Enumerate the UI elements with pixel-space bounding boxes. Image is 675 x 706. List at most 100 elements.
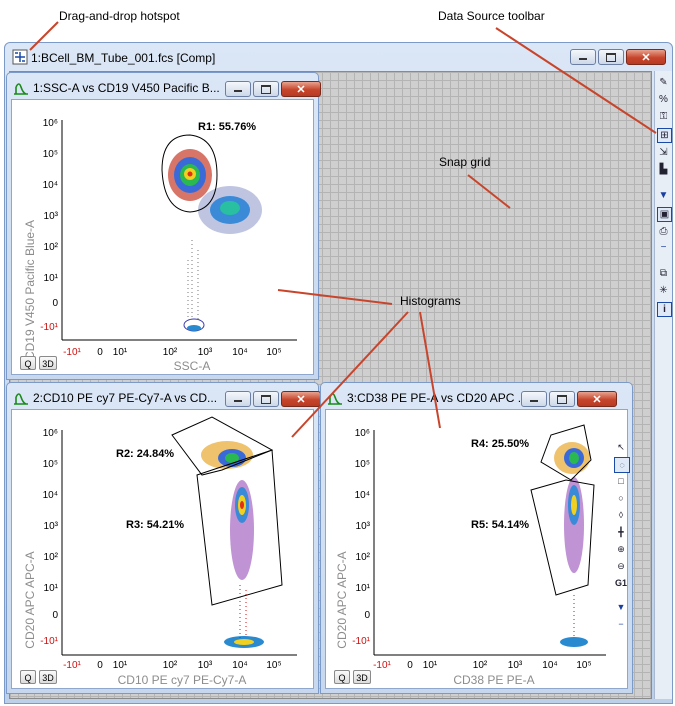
histogram-icon	[14, 393, 28, 405]
plot-window-2[interactable]: 2:CD10 PE cy7 PE-Cy7-A vs CD... ✕ CD20 A…	[6, 382, 321, 694]
plot-canvas[interactable]: CD20 APC APC-A CD10 PE cy7 PE-Cy7-A 10⁶ …	[12, 410, 315, 690]
maximize-button[interactable]	[598, 49, 624, 65]
info-icon[interactable]: i	[657, 302, 672, 317]
histogram-icon	[14, 83, 28, 95]
y-tick: -10¹	[40, 636, 58, 647]
main-window-controls: ✕	[570, 49, 666, 65]
close-icon: ✕	[641, 51, 651, 64]
pencil-icon[interactable]: ✎	[657, 76, 670, 89]
y-tick: 10⁶	[43, 118, 58, 129]
minus-icon[interactable]: −	[657, 241, 670, 254]
arrow-down-icon[interactable]: ▼	[657, 189, 670, 202]
y-tick: 10⁶	[355, 428, 370, 439]
maximize-button[interactable]	[549, 391, 575, 407]
export-icon[interactable]: ⇲	[657, 146, 670, 159]
drag-hotspot-icon[interactable]	[12, 49, 28, 65]
x-tick: 10²	[163, 347, 178, 358]
main-titlebar[interactable]: 1:BCell_BM_Tube_001.fcs [Comp] ✕	[5, 43, 672, 71]
percent-icon[interactable]: %	[657, 93, 670, 106]
copy-icon[interactable]: ⧉	[657, 267, 670, 280]
zoom-out-icon[interactable]: ⊖	[614, 559, 628, 573]
region-label-r3: R3: 54.21%	[126, 519, 184, 531]
plot-window-controls: ✕	[225, 81, 321, 97]
plot-window-1[interactable]: 1:SSC-A vs CD19 V450 Pacific B... ✕ CD19…	[6, 72, 321, 380]
chart-icon[interactable]: ▙	[657, 163, 670, 176]
y-tick: 10²	[356, 552, 371, 563]
x-tick: -10¹	[63, 660, 81, 671]
zoom-in-icon[interactable]: ⊕	[614, 542, 628, 556]
x-tick: 10³	[198, 347, 213, 358]
quadrant-stats-button[interactable]: Q	[20, 356, 36, 370]
minimize-button[interactable]	[521, 391, 547, 407]
y-tick: -10¹	[352, 636, 370, 647]
gate-r5[interactable]	[530, 479, 595, 596]
y-axis-label: CD20 APC APC-A	[23, 551, 37, 648]
maximize-button[interactable]	[253, 391, 279, 407]
3d-view-button[interactable]: 3D	[39, 356, 57, 370]
x-tick: 0	[97, 660, 103, 671]
plot-window-controls: ✕	[521, 391, 617, 407]
y-tick: 10²	[44, 552, 59, 563]
plot-canvas[interactable]: CD19 V450 Pacific Blue-A SSC-A 10⁶ 10⁵ 1…	[12, 100, 315, 376]
plot-body[interactable]: CD19 V450 Pacific Blue-A SSC-A 10⁶ 10⁵ 1…	[11, 99, 314, 375]
quadrant-stats-button[interactable]: Q	[334, 670, 350, 684]
x-ticks: -10¹ 0 10¹ 10² 10³ 10⁴ 10⁵	[63, 660, 282, 671]
pointer-icon[interactable]: ↖	[614, 440, 628, 454]
quadrant-icon[interactable]: ╋	[614, 525, 628, 539]
quadrant-stats-button[interactable]: Q	[20, 670, 36, 684]
annotation-snap-grid: Snap grid	[439, 155, 491, 169]
3d-view-button[interactable]: 3D	[353, 670, 371, 684]
print-icon[interactable]: ⎙	[657, 225, 670, 238]
ellipse-icon[interactable]: ○	[614, 491, 628, 505]
y-tick: 10¹	[44, 583, 59, 594]
y-tick: 0	[52, 610, 58, 621]
maximize-icon	[254, 392, 278, 406]
lasso-icon[interactable]: ◌	[614, 457, 630, 473]
y-tick: 10⁴	[355, 490, 370, 501]
y-tick: -10¹	[40, 322, 58, 333]
minimize-button[interactable]	[225, 81, 251, 97]
x-tick: 10¹	[113, 660, 128, 671]
plot-window-3[interactable]: 3:CD38 PE PE-A vs CD20 APC ... ✕ CD20 AP…	[320, 382, 633, 694]
y-tick: 10⁶	[43, 428, 58, 439]
close-button[interactable]: ✕	[626, 49, 666, 65]
plot-body[interactable]: CD20 APC APC-A CD10 PE cy7 PE-Cy7-A 10⁶ …	[11, 409, 314, 689]
rectangle-icon[interactable]: □	[614, 474, 628, 488]
close-button[interactable]: ✕	[577, 391, 617, 407]
key-icon[interactable]: ⚿	[657, 110, 670, 123]
x-tick: 10²	[163, 660, 178, 671]
minimize-button[interactable]	[225, 391, 251, 407]
y-tick: 10⁵	[43, 149, 58, 160]
plot-body[interactable]: CD20 APC APC-A CD38 PE PE-A 10⁶ 10⁵ 10⁴ …	[325, 409, 630, 690]
minimize-button[interactable]	[570, 49, 596, 65]
annotation-toolbar: Data Source toolbar	[438, 9, 545, 23]
maximize-button[interactable]	[253, 81, 279, 97]
dropdown-icon[interactable]: ▼	[614, 600, 628, 614]
close-button[interactable]: ✕	[281, 391, 321, 407]
x-tick: -10¹	[63, 347, 81, 358]
y-tick: 0	[364, 610, 370, 621]
y-ticks: 10⁶ 10⁵ 10⁴ 10³ 10² 10¹ 0 -10¹	[352, 428, 370, 647]
maximize-icon	[254, 82, 278, 96]
polygon-icon[interactable]: ◊	[614, 508, 628, 522]
x-ticks: -10¹ 0 10¹ 10² 10³ 10⁴ 10⁵	[63, 347, 282, 358]
y-tick: 10⁴	[43, 490, 58, 501]
minus-icon[interactable]: −	[614, 617, 628, 631]
3d-view-button[interactable]: 3D	[39, 670, 57, 684]
y-tick: 10¹	[44, 273, 59, 284]
sparkle-icon[interactable]: ✳	[657, 284, 670, 297]
grid-icon[interactable]: ⊞	[657, 128, 672, 143]
layout-icon[interactable]: ▣	[657, 207, 672, 222]
minimize-icon	[571, 50, 595, 64]
x-tick: 10⁴	[232, 660, 247, 671]
plot-canvas[interactable]: CD20 APC APC-A CD38 PE PE-A 10⁶ 10⁵ 10⁴ …	[326, 410, 629, 690]
plot-window-controls: ✕	[225, 391, 321, 407]
gate1-icon[interactable]: G1	[614, 576, 628, 590]
region-label-r4: R4: 25.50%	[471, 438, 529, 450]
x-ticks: -10¹ 0 10¹ 10² 10³ 10⁴ 10⁵	[373, 660, 592, 671]
x-axis-label: CD38 PE PE-A	[453, 673, 534, 687]
close-icon: ✕	[296, 393, 306, 406]
y-tick: 10²	[44, 242, 59, 253]
x-tick: 10³	[198, 660, 213, 671]
close-button[interactable]: ✕	[281, 81, 321, 97]
